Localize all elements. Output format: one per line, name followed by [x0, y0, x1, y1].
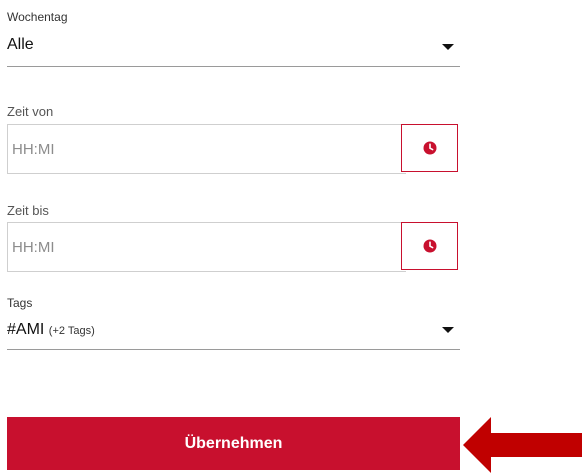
time-from-picker-button[interactable]: [401, 124, 458, 172]
weekday-value: Alle: [7, 36, 34, 53]
time-to-label: Zeit bis: [7, 203, 49, 218]
clock-icon: [423, 239, 436, 253]
tags-select[interactable]: #AMI (+2 Tags): [7, 316, 460, 350]
time-from-group: [7, 124, 460, 174]
time-to-group: [7, 222, 460, 272]
chevron-down-icon: [442, 44, 454, 50]
tags-value: #AMI: [7, 321, 45, 338]
clock-icon: [423, 141, 436, 155]
tags-label: Tags: [7, 296, 33, 310]
arrow-left-icon: [463, 417, 582, 473]
weekday-select[interactable]: Alle: [7, 30, 460, 67]
tags-value-wrap: #AMI (+2 Tags): [7, 321, 95, 339]
time-from-input[interactable]: [7, 124, 406, 174]
time-to-input[interactable]: [7, 222, 406, 272]
time-to-picker-button[interactable]: [401, 222, 458, 270]
apply-button[interactable]: Übernehmen: [7, 417, 460, 470]
time-from-label: Zeit von: [7, 104, 54, 119]
tags-extra-count: (+2 Tags): [48, 325, 95, 337]
chevron-down-icon: [442, 327, 454, 333]
weekday-label: Wochentag: [7, 10, 68, 24]
